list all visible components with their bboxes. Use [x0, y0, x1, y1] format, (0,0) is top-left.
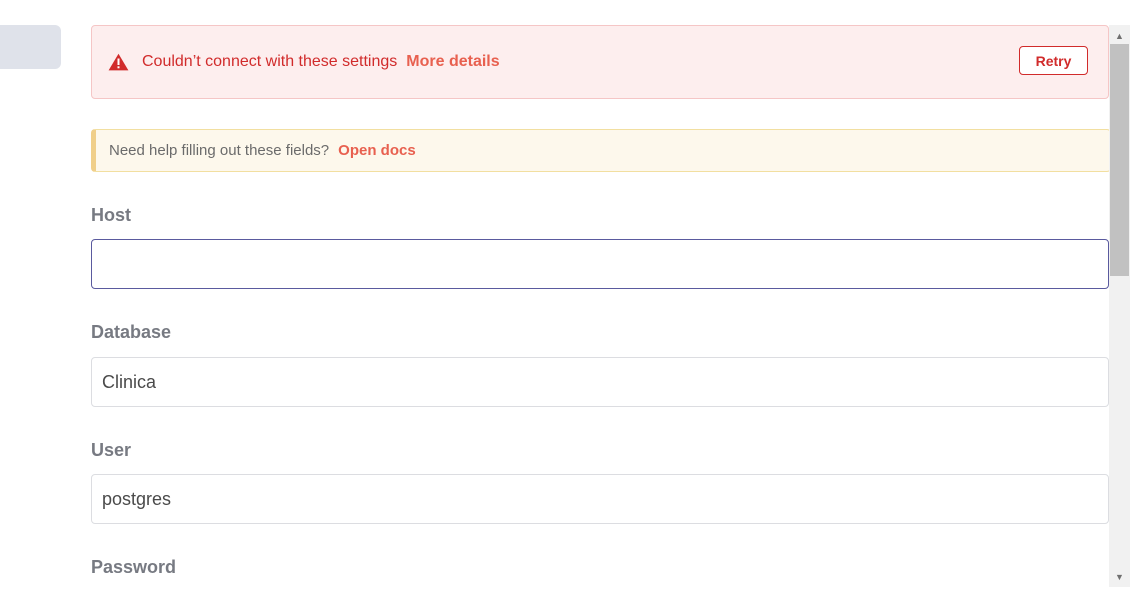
error-message: Couldn’t connect with these settings	[142, 53, 398, 70]
user-input[interactable]	[91, 474, 1109, 524]
database-input[interactable]	[91, 357, 1109, 407]
scroll-down-icon[interactable]: ▼	[1109, 568, 1130, 585]
vertical-scrollbar[interactable]: ▲ ▼	[1109, 25, 1130, 587]
help-text: Need help filling out these fields?	[109, 142, 330, 159]
warning-triangle-icon	[108, 53, 129, 71]
retry-button[interactable]: Retry	[1019, 46, 1088, 75]
scroll-up-icon[interactable]: ▲	[1109, 27, 1130, 44]
open-docs-link[interactable]: Open docs	[338, 142, 416, 159]
database-label: Database	[91, 322, 172, 342]
password-label: Password	[91, 557, 177, 577]
connection-error-banner: Couldn’t connect with these settings Mor…	[91, 25, 1109, 99]
help-banner: Need help filling out these fields? Open…	[91, 129, 1111, 172]
host-input[interactable]	[91, 239, 1109, 289]
connection-settings-page: Couldn’t connect with these settings Mor…	[0, 0, 1146, 602]
more-details-link[interactable]: More details	[406, 53, 499, 71]
host-label: Host	[91, 205, 131, 225]
sidebar-active-item[interactable]	[0, 25, 61, 69]
scroll-thumb[interactable]	[1110, 44, 1129, 276]
user-label: User	[91, 440, 132, 460]
